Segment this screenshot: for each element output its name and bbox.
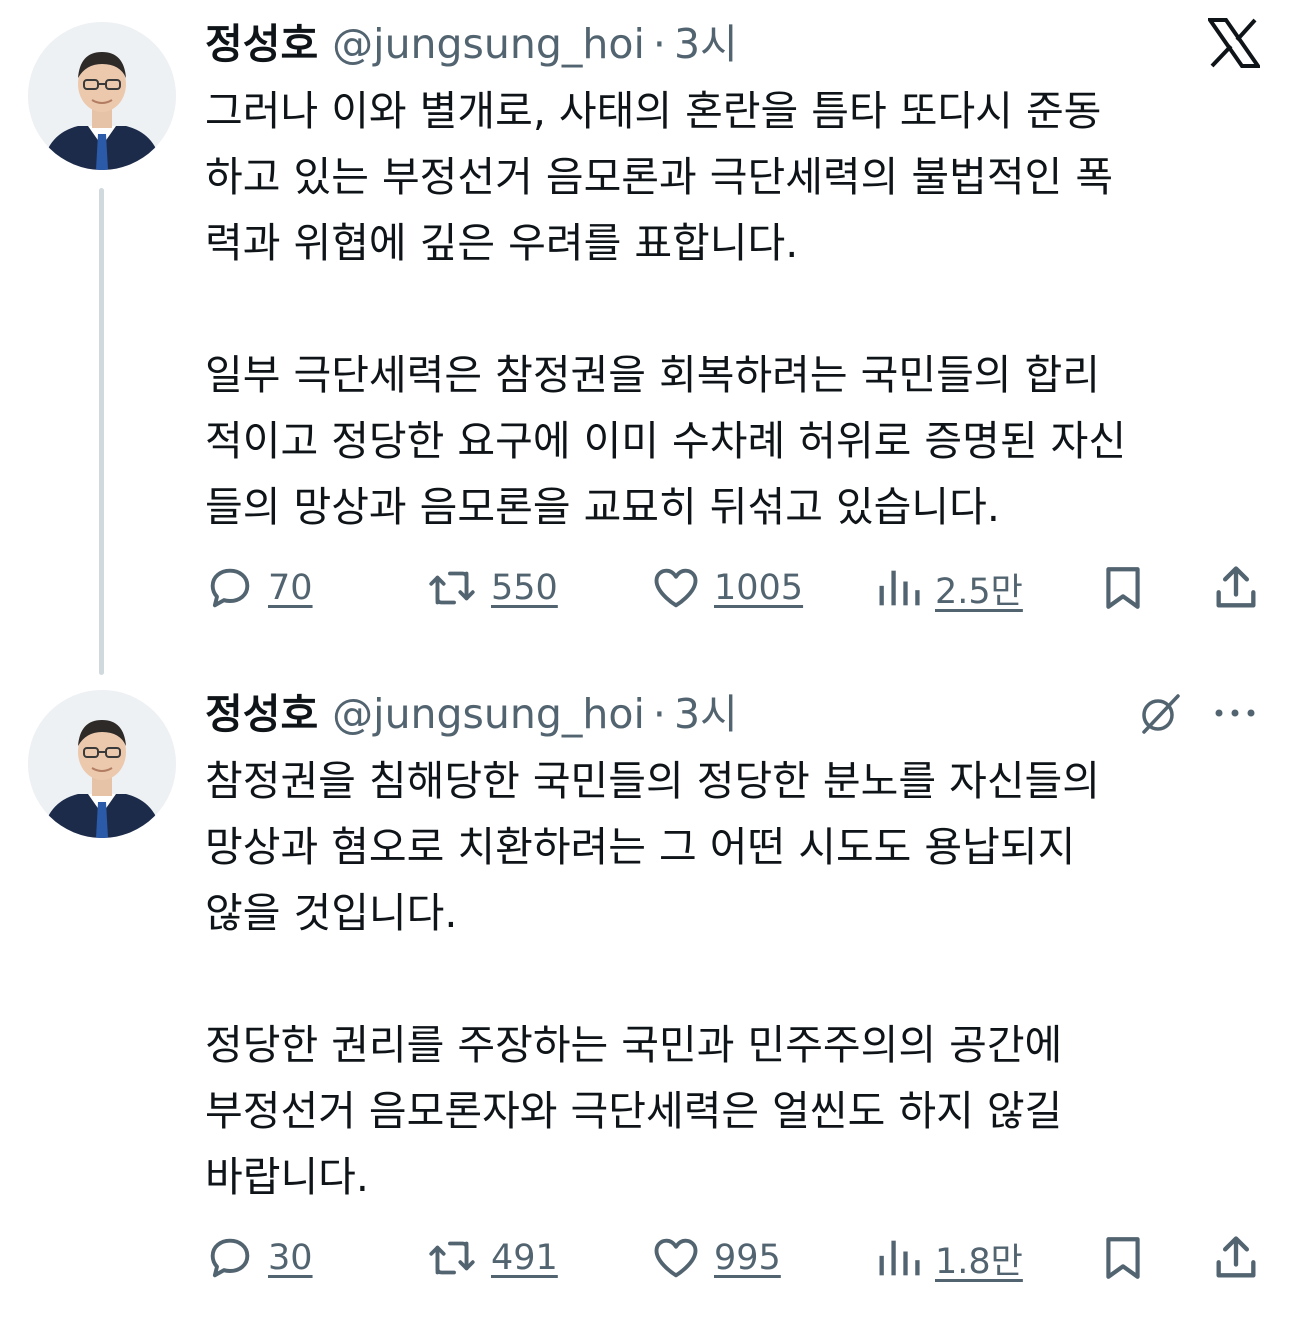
- author-display-name[interactable]: 정성호: [205, 14, 318, 74]
- like-count: 1005: [714, 568, 804, 608]
- tweet-header: 정성호 @jungsung_hoi · 3시: [205, 684, 738, 744]
- views-count: 2.5만: [935, 571, 1023, 612]
- views-count: 1.8만: [935, 1241, 1023, 1282]
- action-bar: 30 491 995 1.8만: [200, 1223, 1270, 1293]
- tweet-text: 참정권을 침해당한 국민들의 정당한 분노를 자신들의 망상과 혐오로 치환하려…: [205, 748, 1275, 1210]
- author-handle[interactable]: @jungsung_hoi: [332, 684, 645, 744]
- retweet-count: 491: [491, 1238, 558, 1278]
- tweet-header: 정성호 @jungsung_hoi · 3시: [205, 14, 738, 74]
- share-button[interactable]: [1210, 553, 1262, 623]
- reply-button[interactable]: 30: [204, 1223, 313, 1293]
- retweet-count: 550: [491, 568, 558, 608]
- tweet-paragraph: 참정권을 침해당한 국민들의 정당한 분노를 자신들의 망상과 혐오로 치환하려…: [205, 757, 1101, 937]
- reply-count: 30: [268, 1238, 313, 1278]
- reply-icon: [210, 568, 250, 608]
- reply-icon: [210, 1238, 250, 1278]
- retweet-button[interactable]: 550: [425, 553, 558, 623]
- like-count: 995: [714, 1238, 781, 1278]
- tweet-paragraph: 정당한 권리를 주장하는 국민과 민주주의의 공간에 부정선거 음모론자와 극단…: [205, 1021, 1063, 1201]
- author-handle[interactable]: @jungsung_hoi: [332, 14, 645, 74]
- tweet-2[interactable]: 정성호 @jungsung_hoi · 3시 참정권을 침해당한 국민들의 정당…: [0, 670, 1290, 1323]
- views-button[interactable]: 1.8만: [875, 1223, 1023, 1293]
- time-separator: ·: [652, 690, 666, 738]
- share-icon: [1216, 566, 1256, 608]
- heart-icon: [654, 568, 698, 608]
- retweet-button[interactable]: 491: [425, 1223, 558, 1293]
- share-icon: [1216, 1236, 1256, 1278]
- tweet-timestamp[interactable]: 3시: [674, 684, 738, 744]
- time-separator: ·: [652, 20, 666, 68]
- x-logo-icon: [1208, 18, 1260, 68]
- like-button[interactable]: 995: [650, 1223, 781, 1293]
- like-button[interactable]: 1005: [650, 553, 803, 623]
- avatar-portrait-icon: [28, 22, 176, 170]
- tweet-1[interactable]: 정성호 @jungsung_hoi · 3시 그러나 이와 별개로, 사태의 혼…: [0, 0, 1290, 675]
- avatar-portrait-icon: [28, 690, 176, 838]
- more-dots-icon[interactable]: [1210, 696, 1260, 730]
- tweet-paragraph: 일부 극단세력은 참정권을 회복하려는 국민들의 합리 적이고 정당한 요구에 …: [205, 351, 1127, 531]
- bookmark-button[interactable]: [1098, 1223, 1148, 1293]
- grok-icon[interactable]: [1136, 690, 1184, 738]
- tweet-paragraph: 그러나 이와 별개로, 사태의 혼란을 틈타 또다시 준동 하고 있는 부정선거…: [205, 87, 1114, 267]
- retweet-icon: [429, 1241, 475, 1275]
- tweet-timestamp[interactable]: 3시: [674, 14, 738, 74]
- avatar[interactable]: [28, 22, 176, 170]
- bookmark-icon: [1106, 1237, 1140, 1279]
- views-bar-chart-icon: [879, 570, 920, 606]
- retweet-icon: [429, 571, 475, 605]
- reply-button[interactable]: 70: [204, 553, 313, 623]
- bookmark-icon: [1106, 567, 1140, 609]
- reply-count: 70: [268, 568, 313, 608]
- bookmark-button[interactable]: [1098, 553, 1148, 623]
- tweet-text: 그러나 이와 별개로, 사태의 혼란을 틈타 또다시 준동 하고 있는 부정선거…: [205, 78, 1275, 540]
- thread-connector-line: [99, 188, 104, 675]
- heart-icon: [654, 1238, 698, 1278]
- action-bar: 70 550 1005 2.5만: [200, 553, 1270, 623]
- avatar[interactable]: [28, 690, 176, 838]
- share-button[interactable]: [1210, 1223, 1262, 1293]
- author-display-name[interactable]: 정성호: [205, 684, 318, 744]
- views-bar-chart-icon: [879, 1240, 920, 1276]
- views-button[interactable]: 2.5만: [875, 553, 1023, 623]
